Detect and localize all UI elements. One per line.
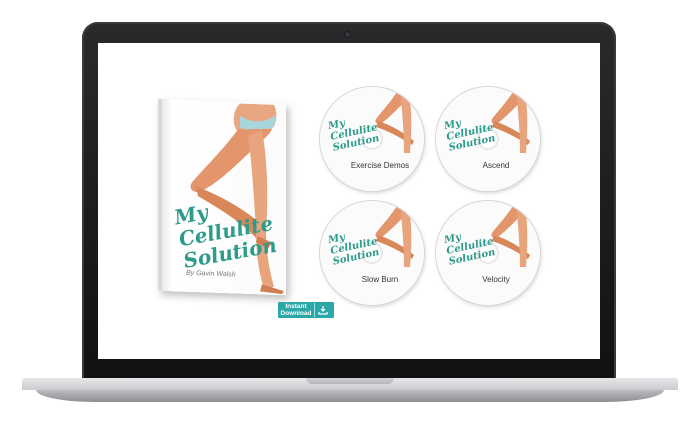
webcam-icon — [345, 32, 350, 37]
laptop-base-edge — [36, 390, 664, 402]
laptop-screen: My Cellulite Solution By Gavin Walsh Ins… — [98, 43, 600, 359]
download-badge-text: Instant Download — [278, 303, 314, 317]
instant-download-badge[interactable]: Instant Download — [278, 302, 334, 318]
dvd-disc-exercise-demos: My Cellulite Solution Exercise Demos — [320, 87, 424, 191]
laptop-mockup: My Cellulite Solution By Gavin Walsh Ins… — [0, 0, 700, 428]
badge-line: Instant — [285, 303, 307, 310]
ebook-cover: My Cellulite Solution By Gavin Walsh — [158, 98, 286, 296]
disc-label: Slow Burn — [361, 275, 399, 284]
disc-label: Velocity — [482, 275, 510, 284]
dvd-disc-ascend: My Cellulite Solution Ascend — [436, 87, 540, 191]
download-icon — [314, 303, 331, 317]
disc-label: Ascend — [482, 161, 510, 170]
dvd-disc-velocity: My Cellulite Solution Velocity — [436, 201, 540, 305]
dvd-disc-slow-burn: My Cellulite Solution Slow Burn — [320, 201, 424, 305]
laptop-opening-notch — [306, 378, 394, 384]
disc-label: Exercise Demos — [350, 161, 410, 170]
badge-line: Download — [280, 310, 312, 317]
